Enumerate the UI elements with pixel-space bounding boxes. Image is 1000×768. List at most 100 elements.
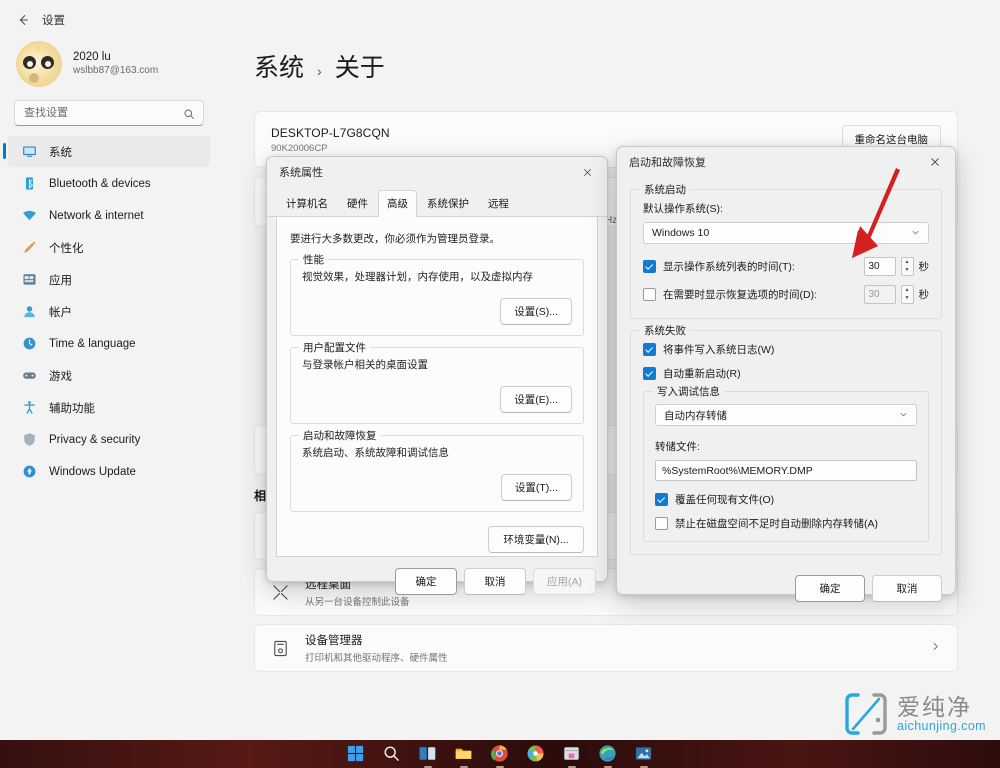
close-icon-2[interactable] [918,148,952,176]
timeout-value[interactable]: 30 [863,257,896,276]
gallery-icon[interactable] [634,744,654,768]
startup-recovery-settings-button[interactable]: 设置(T)... [500,474,572,501]
chevron-down-icon[interactable] [911,228,920,239]
disable-delete-checkbox[interactable] [655,517,668,530]
back-arrow-icon[interactable] [14,11,32,29]
sidebar-item-gaming[interactable]: 游戏 [8,360,210,391]
startup-cancel-button[interactable]: 取消 [872,575,942,602]
recovery-timeout-unit: 秒 [918,289,930,301]
tab-hardware[interactable]: 硬件 [338,190,377,217]
system-properties-tabs: 计算机名 硬件 高级 系统保护 远程 [267,189,607,217]
system-startup-legend: 系统启动 [640,182,690,197]
debug-info-group: 写入调试信息 自动内存转储 转储文件: %SystemRoot%\MEMORY.… [643,384,929,542]
sidebar-item-label: Network & internet [49,209,144,222]
sidebar-item-accessibility[interactable]: 辅助功能 [8,392,210,423]
task-view-icon[interactable] [418,744,438,768]
sidebar-item-windows-update[interactable]: Windows Update [8,456,210,487]
performance-settings-button[interactable]: 设置(S)... [500,298,572,325]
breadcrumb-parent[interactable]: 系统 [254,48,304,84]
close-icon[interactable] [570,158,604,186]
spin-up-icon-2[interactable]: ▲ [902,286,913,295]
shield-icon [21,432,37,448]
search-icon-taskbar[interactable] [382,744,402,764]
search-box[interactable] [14,100,204,126]
update-icon [21,464,37,480]
tab-system-protection[interactable]: 系统保护 [418,190,478,217]
edge-icon[interactable] [598,744,618,768]
sysprops-apply-button[interactable]: 应用(A) [533,568,596,595]
disable-delete-row: 禁止在磁盘空间不足时自动删除内存转储(A) [655,516,917,531]
related-item-device-manager[interactable]: 设备管理器 打印机和其他驱动程序、硬件属性 [254,624,958,672]
brush-icon [21,240,37,256]
timeout-checkbox[interactable] [643,260,656,273]
timeout-spin-buttons[interactable]: ▲ ▼ [900,257,914,276]
sidebar-item-accounts[interactable]: 帐户 [8,296,210,327]
overwrite-row: 覆盖任何现有文件(O) [655,492,917,507]
default-os-select[interactable]: Windows 10 [643,222,929,244]
write-event-checkbox[interactable] [643,343,656,356]
chrome-icon[interactable] [490,744,510,768]
display-icon [21,144,37,160]
system-properties-dialog[interactable]: 系统属性 计算机名 硬件 高级 系统保护 远程 要进行大多数更改，你必须作为管理… [266,156,608,595]
tab-advanced[interactable]: 高级 [378,190,417,217]
chevron-down-icon-2[interactable] [899,410,908,421]
sidebar-item-bluetooth-devices[interactable]: Bluetooth & devices [8,168,210,199]
back-row[interactable]: 设置 [0,0,218,30]
recovery-timeout-spinner[interactable]: 30 ▲ ▼ 秒 [863,285,930,304]
performance-desc: 视觉效果，处理器计划，内存使用，以及虚拟内存 [302,271,533,283]
write-event-row: 将事件写入系统日志(W) [643,342,929,357]
store-icon[interactable] [562,744,582,768]
disable-delete-label: 禁止在磁盘空间不足时自动删除内存转储(A) [675,518,878,530]
profile-text: 2020 lu wslbb87@163.com [73,51,158,76]
recovery-spin-buttons[interactable]: ▲ ▼ [900,285,914,304]
recovery-timeout-checkbox[interactable] [643,288,656,301]
start-icon[interactable] [346,744,366,764]
startup-recovery-titlebar[interactable]: 启动和故障恢复 [617,147,955,177]
spin-up-icon[interactable]: ▲ [902,258,913,267]
startup-ok-button[interactable]: 确定 [795,575,865,602]
debug-info-legend: 写入调试信息 [653,384,724,399]
auto-restart-checkbox[interactable] [643,367,656,380]
startup-recovery-dialog[interactable]: 启动和故障恢复 系统启动 默认操作系统(S): Windows 10 显示操作系… [616,146,956,602]
startup-recovery-title: 启动和故障恢复 [629,157,706,169]
chevron-right-icon-3[interactable] [930,641,941,655]
profile-name: 2020 lu [73,51,111,63]
spin-down-icon[interactable]: ▼ [902,267,913,276]
environment-variables-button[interactable]: 环境变量(N)... [488,526,584,553]
sidebar-item-apps[interactable]: 应用 [8,264,210,295]
user-profiles-settings-button[interactable]: 设置(E)... [500,386,572,413]
sidebar-item-system[interactable]: 系统 [3,136,210,167]
search-icon[interactable] [183,107,195,119]
system-properties-titlebar[interactable]: 系统属性 [267,157,607,187]
related-item-title: 设备管理器 [305,635,363,647]
auto-restart-row: 自动重新启动(R) [643,366,929,381]
admin-notice: 要进行大多数更改，你必须作为管理员登录。 [290,233,500,245]
recovery-timeout-value[interactable]: 30 [863,285,896,304]
screen: 设置 2020 lu wslbb87@163.com 查找设置 系统 Bluet… [0,0,1000,768]
sysprops-ok-button[interactable]: 确定 [395,568,457,595]
aichunjing-logo-icon [845,693,887,735]
timeout-spinner[interactable]: 30 ▲ ▼ 秒 [863,257,929,276]
performance-group: 性能 视觉效果，处理器计划，内存使用，以及虚拟内存 设置(S)... [290,252,584,336]
tab-remote[interactable]: 远程 [479,190,518,217]
sidebar-item-time-language[interactable]: Time & language [8,328,210,359]
sidebar-item-personalization[interactable]: 个性化 [8,232,210,263]
device-info: DESKTOP-L7G8CQN 90K20006CP [271,126,390,154]
dump-file-input[interactable]: %SystemRoot%\MEMORY.DMP [655,460,917,481]
system-failure-group: 系统失败 将事件写入系统日志(W) 自动重新启动(R) 写入调试信息 自动内存转… [630,323,942,555]
sysprops-cancel-button[interactable]: 取消 [464,568,526,595]
photos-icon[interactable] [526,744,546,764]
user-profile[interactable]: 2020 lu wslbb87@163.com [0,30,218,88]
overwrite-checkbox[interactable] [655,493,668,506]
file-explorer-icon[interactable] [454,744,474,768]
tab-computer-name[interactable]: 计算机名 [277,190,337,217]
search-input[interactable] [15,107,203,119]
spin-down-icon-2[interactable]: ▼ [902,295,913,304]
breadcrumb: 系统 › 关于 [218,0,1000,84]
user-profiles-legend: 用户配置文件 [299,340,370,355]
watermark-cn: 爱纯净 [897,693,973,720]
settings-sidebar: 设置 2020 lu wslbb87@163.com 查找设置 系统 Bluet… [0,0,218,740]
sidebar-item-network-internet[interactable]: Network & internet [8,200,210,231]
sidebar-item-privacy-security[interactable]: Privacy & security [8,424,210,455]
debug-info-select[interactable]: 自动内存转储 [655,404,917,426]
